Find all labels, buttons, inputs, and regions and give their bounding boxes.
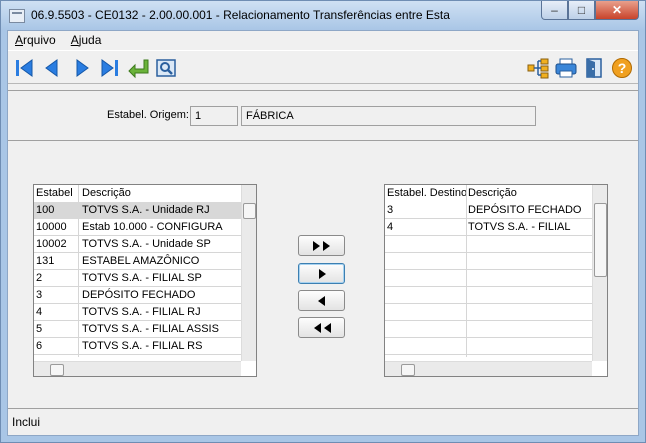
column-header-descricao[interactable]: Descrição [82,187,131,199]
cell-code: 6 [36,340,43,352]
right-list-hscroll[interactable] [385,361,592,376]
menu-arquivo-accel: A [15,33,24,47]
app-window-icon [9,9,25,23]
goto-record-icon[interactable] [126,56,150,80]
cell-description: TOTVS S.A. - Unidade SP [82,238,211,250]
cell-description: TOTVS S.A. - FILIAL SP [82,272,202,284]
estabel-origem-code-field: 1 [190,106,238,126]
cell-code: 3 [36,289,43,301]
right-list-hscroll-thumb[interactable] [401,364,415,376]
right-list-vscroll[interactable] [592,185,607,361]
double-right-arrow-icon [312,240,330,251]
search-record-icon[interactable] [154,56,178,80]
cell-code: 2 [36,272,43,284]
list-item[interactable]: 10000 Estab 10.000 - CONFIGURA [34,219,241,236]
list-item[interactable]: 131 ESTABEL AMAZÔNICO [34,253,241,270]
cell-description: TOTVS S.A. - Unidade RJ [82,204,210,216]
left-list-hscroll-thumb[interactable] [50,364,64,376]
column-header-descricao[interactable]: Descrição [468,187,517,199]
cell-code: 5 [36,323,43,335]
cell-description: TOTVS S.A. - FILIAL RS [82,340,203,352]
cell-description: TOTVS S.A. - FILIAL RJ [82,306,201,318]
left-list-hscroll[interactable] [34,361,241,376]
svg-text:?: ? [618,60,627,76]
menu-bar: Arquivo Ajuda [8,31,638,50]
list-item[interactable]: 2 TOTVS S.A. - FILIAL SP [34,270,241,287]
list-item[interactable]: 100 TOTVS S.A. - Unidade RJ [34,202,241,219]
last-record-icon[interactable] [98,56,122,80]
cell-description: ESTABEL AMAZÔNICO [82,255,200,267]
first-record-icon[interactable] [12,56,36,80]
right-arrow-icon [318,268,326,279]
cell-code: 131 [36,255,55,267]
estabel-origem-name-field: FÁBRICA [241,106,536,126]
status-text: Inclui [12,415,41,429]
client-area: Arquivo Ajuda ? Estabel. Origem: 1 FÁBRI… [7,30,639,436]
available-establishments-list[interactable]: Estabel Descrição 100 TOTVS S.A. - Unidad… [33,184,257,377]
menu-ajuda-accel: A [70,33,79,47]
list-item[interactable]: 4 TOTVS S.A. - FILIAL RJ [34,304,241,321]
right-list-vscroll-thumb[interactable] [594,203,607,277]
left-arrow-icon [317,295,325,306]
right-list-header: Estabel. Destino Descrição [385,185,607,202]
list-item[interactable]: 3 DEPÓSITO FECHADO [385,202,592,219]
cell-code: 3 [387,204,394,216]
minimize-button[interactable]: – [541,1,568,20]
add-all-button[interactable] [298,235,345,256]
menu-arquivo[interactable]: Arquivo [8,31,64,50]
help-icon[interactable]: ? [610,56,634,80]
double-left-arrow-icon [313,322,331,333]
title-bar: 06.9.5503 - CE0132 - 2.00.00.001 - Relac… [0,0,646,30]
exit-door-icon[interactable] [582,56,606,80]
estabel-origem-label: Estabel. Origem: [107,109,189,121]
cell-code: 10000 [36,221,67,233]
toolbar: ? [8,50,638,84]
destination-establishments-list[interactable]: Estabel. Destino Descrição 3 DEPÓSITO FEC… [384,184,608,377]
cell-description: TOTVS S.A. - FILIAL ASSIS [82,323,219,335]
remove-selected-button[interactable] [298,290,345,311]
cell-code: 100 [36,204,55,216]
cell-code: 4 [36,306,43,318]
close-button[interactable]: ✕ [595,1,639,20]
list-item[interactable]: 10002 TOTVS S.A. - Unidade SP [34,236,241,253]
next-record-icon[interactable] [70,56,94,80]
list-item[interactable]: 6 TOTVS S.A. - FILIAL RS [34,338,241,355]
cell-description: DEPÓSITO FECHADO [82,289,196,301]
column-header-estabel-destino[interactable]: Estabel. Destino [387,187,467,199]
list-item[interactable]: 4 TOTVS S.A. - FILIAL [385,219,592,236]
list-item[interactable]: 3 DEPÓSITO FECHADO [34,287,241,304]
previous-record-icon[interactable] [40,56,64,80]
status-bar: Inclui [8,408,638,435]
left-list-header: Estabel Descrição [34,185,256,202]
menu-ajuda[interactable]: Ajuda [64,31,110,50]
remove-all-button[interactable] [298,317,345,338]
menu-ajuda-label: juda [78,33,102,47]
hierarchy-icon[interactable] [526,56,550,80]
window-controls: – □ ✕ [541,1,639,21]
column-header-estabel[interactable]: Estabel [36,187,73,199]
header-panel: Estabel. Origem: 1 FÁBRICA [8,90,638,141]
left-list-vscroll[interactable] [241,185,256,361]
cell-code: 4 [387,221,394,233]
print-icon[interactable] [554,56,578,80]
left-list-vscroll-thumb[interactable] [243,203,256,219]
menu-arquivo-label: rquivo [23,33,56,47]
cell-description: Estab 10.000 - CONFIGURA [82,221,223,233]
list-item[interactable]: 5 TOTVS S.A. - FILIAL ASSIS [34,321,241,338]
cell-description: DEPÓSITO FECHADO [468,204,582,216]
window-title: 06.9.5503 - CE0132 - 2.00.00.001 - Relac… [31,8,450,22]
cell-description: TOTVS S.A. - FILIAL [468,221,571,233]
cell-code: 10002 [36,238,67,250]
maximize-button[interactable]: □ [568,1,595,20]
add-selected-button[interactable] [298,263,345,284]
